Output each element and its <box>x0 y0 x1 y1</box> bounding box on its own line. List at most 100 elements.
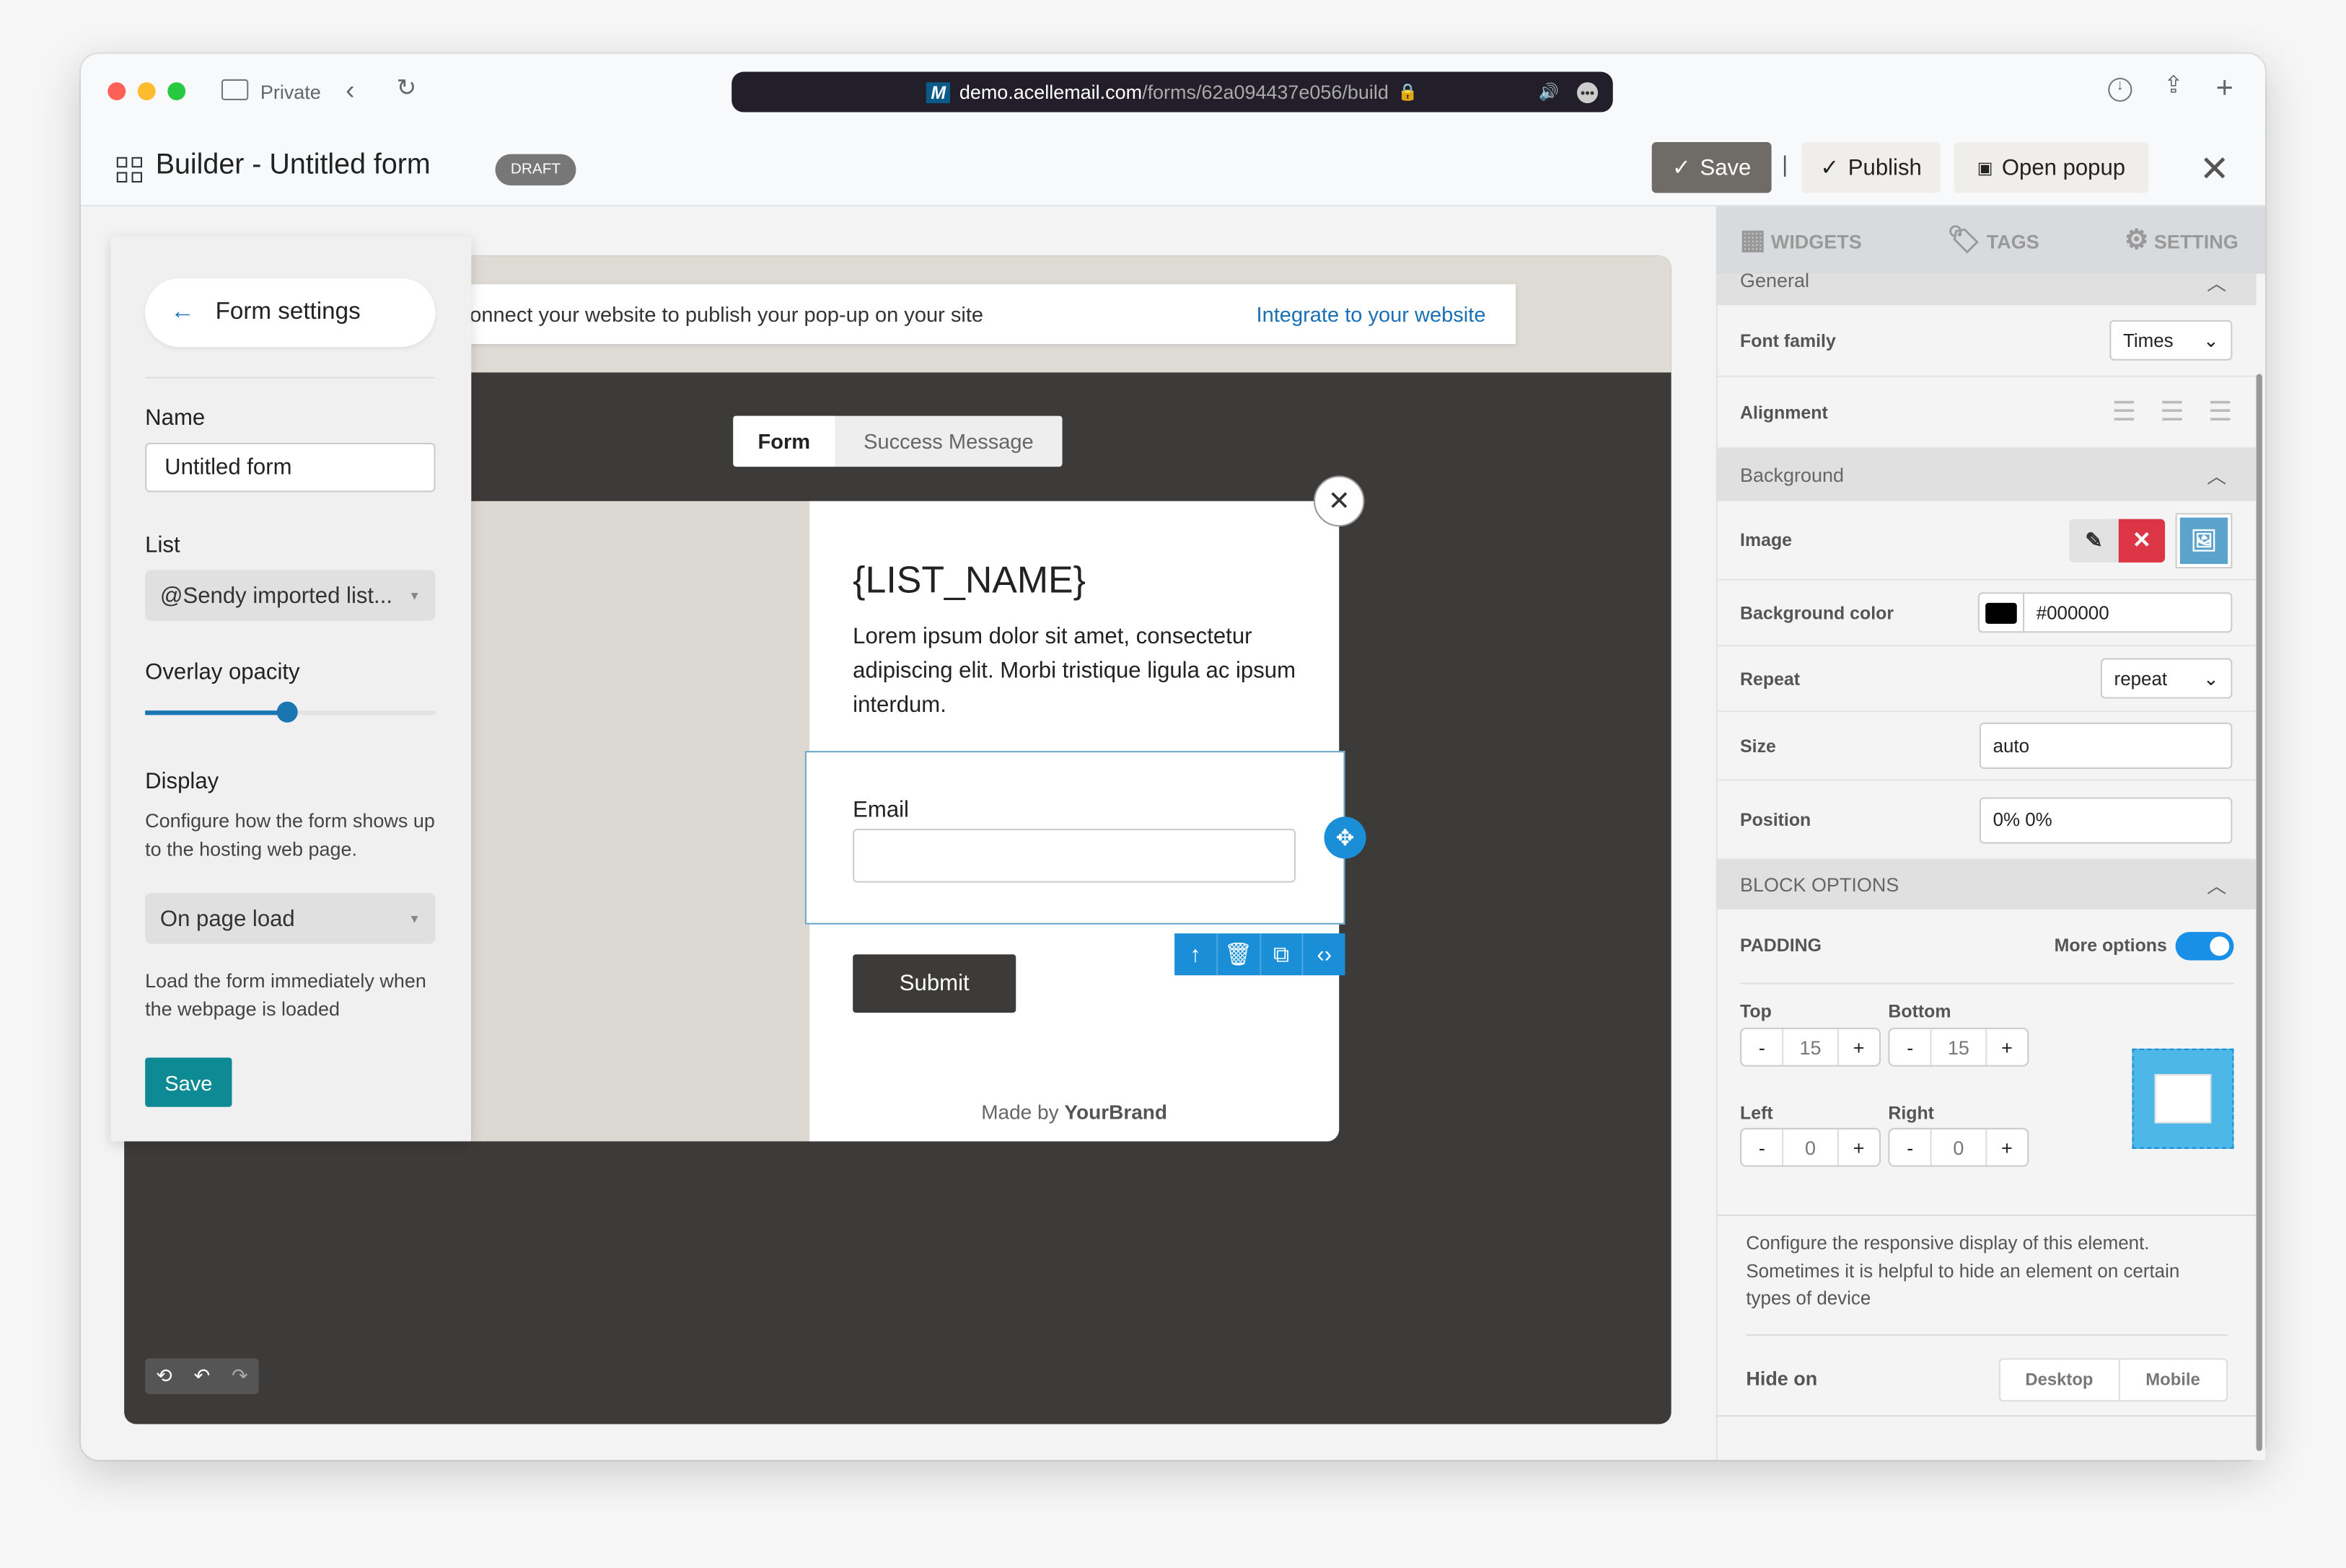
divider <box>145 376 436 379</box>
size-row: Size auto <box>1715 712 2257 781</box>
code-icon[interactable]: ‹› <box>1304 933 1345 975</box>
image-preview[interactable]: 🖼 <box>2175 512 2233 568</box>
display-value: On page load <box>159 905 295 932</box>
list-select[interactable]: @Sendy imported list... ▼ <box>145 570 436 621</box>
page-title: Builder - Untitled form <box>155 149 431 181</box>
redo-icon[interactable]: ↷ <box>221 1358 259 1394</box>
padding-bottom-value[interactable]: 15 <box>1932 1029 1987 1065</box>
increment-button[interactable]: + <box>1838 1029 1879 1065</box>
section-general[interactable]: General ︿ <box>1715 269 2257 306</box>
section-background[interactable]: Background ︿ <box>1715 449 2257 501</box>
open-popup-button[interactable]: ▣ Open popup <box>1954 142 2149 193</box>
decrement-button[interactable]: - <box>1741 1129 1784 1166</box>
builder-grid-icon <box>116 157 143 183</box>
padding-label: PADDING <box>1740 935 1822 956</box>
publish-button[interactable]: ✓ Publish <box>1801 142 1941 193</box>
repeat-label: Repeat <box>1740 668 1801 690</box>
panel-scrollbar[interactable] <box>2256 374 2262 1451</box>
responsive-description: Configure the responsive display of this… <box>1746 1232 2180 1309</box>
align-left-icon[interactable]: ☰ <box>2112 397 2136 428</box>
remove-image-icon[interactable]: ✕ <box>2118 518 2166 562</box>
gear-icon: ⚙ <box>2124 224 2149 255</box>
padding-right-value[interactable]: 0 <box>1932 1129 1987 1166</box>
background-color-input[interactable]: #000000 <box>1977 592 2233 633</box>
padding-left-stepper[interactable]: -0 + <box>1740 1127 1881 1167</box>
overlay-opacity-slider[interactable] <box>145 701 436 723</box>
decrement-button[interactable]: - <box>1889 1129 1933 1166</box>
site-favicon-icon: M <box>926 82 951 103</box>
tab-widgets[interactable]: ▦ WIDGETS <box>1740 224 1862 256</box>
close-window-button[interactable] <box>107 82 126 100</box>
minimize-window-button[interactable] <box>137 82 156 100</box>
tab-form[interactable]: Form <box>733 415 835 467</box>
submit-button[interactable]: Submit <box>853 954 1016 1013</box>
duplicate-icon[interactable]: ⧉ <box>1260 933 1304 976</box>
close-builder-icon[interactable]: ✕ <box>2200 148 2230 191</box>
increment-button[interactable]: + <box>1838 1129 1879 1166</box>
image-label: Image <box>1740 529 1793 551</box>
align-center-icon[interactable]: ☰ <box>2160 397 2184 428</box>
reload-icon[interactable]: ↻ <box>397 77 417 102</box>
font-family-row: Font family Times ⌄ <box>1715 305 2257 377</box>
tag-icon: 🏷 <box>1946 224 1982 255</box>
padding-right-stepper[interactable]: -0 + <box>1888 1127 2029 1167</box>
integrate-link[interactable]: Integrate to your website <box>1257 302 1486 326</box>
check-circle-icon: ✓ <box>1671 155 1692 181</box>
popup-title: {LIST_NAME} <box>853 559 1086 602</box>
audio-icon[interactable]: 🔊 <box>1539 82 1559 102</box>
image-row: Image ✎ ✕ 🖼 <box>1715 501 2257 581</box>
open-popup-label: Open popup <box>2001 154 2126 180</box>
decrement-button[interactable]: - <box>1741 1029 1784 1065</box>
hide-on-mobile-button[interactable]: Mobile <box>2119 1360 2226 1400</box>
url-path: /forms/62a094437e056/build <box>1142 80 1389 104</box>
padding-bottom-label: Bottom <box>1888 1000 1951 1022</box>
increment-button[interactable]: + <box>1987 1029 2028 1065</box>
address-bar[interactable]: M demo.acellemail.com/forms/62a094437e05… <box>732 71 1613 113</box>
download-icon[interactable]: ↓ <box>2108 77 2132 102</box>
font-family-select[interactable]: Times ⌄ <box>2109 320 2233 361</box>
position-input[interactable]: 0% 0% <box>1979 796 2233 843</box>
hide-on-desktop-button[interactable]: Desktop <box>2000 1360 2119 1401</box>
name-input[interactable]: Untitled form <box>145 442 436 493</box>
email-input[interactable] <box>853 828 1296 883</box>
padding-bottom-stepper[interactable]: -15 + <box>1888 1027 2029 1067</box>
tab-setting[interactable]: ⚙ SETTING <box>2125 224 2239 256</box>
share-icon[interactable]: ⇪ <box>2163 74 2184 99</box>
tab-tags[interactable]: 🏷 TAGS <box>1947 224 2039 256</box>
tab-success-message[interactable]: Success Message <box>835 416 1062 467</box>
divider <box>1746 1334 2228 1336</box>
section-block-options[interactable]: BLOCK OPTIONS ︿ <box>1715 860 2257 909</box>
popup-window-icon: ▣ <box>1977 159 1993 177</box>
delete-icon[interactable]: 🗑 <box>1218 933 1261 976</box>
color-swatch[interactable] <box>1985 602 2017 623</box>
repeat-select[interactable]: repeat ⌄ <box>2100 658 2233 699</box>
move-up-icon[interactable]: ↑ <box>1174 933 1218 976</box>
maximize-window-button[interactable] <box>167 82 186 100</box>
save-button[interactable]: ✓ Save <box>1651 142 1772 193</box>
integration-notice: onnect your website to publish your pop-… <box>449 284 1516 345</box>
padding-top-value[interactable]: 15 <box>1784 1029 1839 1065</box>
new-tab-icon[interactable]: + <box>2216 74 2233 103</box>
private-label: Private <box>260 80 321 104</box>
edit-image-icon[interactable]: ✎ <box>2069 518 2119 562</box>
undo-icon[interactable]: ↶ <box>183 1358 221 1394</box>
overlay-opacity-label: Overlay opacity <box>145 659 300 685</box>
display-select[interactable]: On page load ▼ <box>145 893 436 944</box>
increment-button[interactable]: + <box>1987 1129 2028 1166</box>
more-icon[interactable]: ••• <box>1576 82 1599 103</box>
decrement-button[interactable]: - <box>1889 1029 1933 1065</box>
name-label: Name <box>145 405 206 431</box>
settings-save-button[interactable]: Save <box>145 1057 232 1107</box>
back-icon[interactable]: ‹ <box>346 76 354 103</box>
padding-left-value[interactable]: 0 <box>1784 1129 1839 1166</box>
slider-handle[interactable] <box>276 701 298 723</box>
move-handle-icon[interactable]: ✥ <box>1324 816 1366 859</box>
size-input[interactable]: auto <box>1979 722 2233 770</box>
back-to-form-settings[interactable]: ← Form settings <box>145 278 436 348</box>
padding-top-stepper[interactable]: -15 + <box>1740 1027 1881 1067</box>
history-icon[interactable]: ⟲ <box>145 1358 183 1394</box>
align-right-icon[interactable]: ☰ <box>2208 397 2232 428</box>
more-options-toggle[interactable] <box>2175 932 2234 961</box>
sidebar-toggle-icon[interactable] <box>221 79 249 100</box>
popup-close-icon[interactable]: ✕ <box>1313 475 1365 527</box>
